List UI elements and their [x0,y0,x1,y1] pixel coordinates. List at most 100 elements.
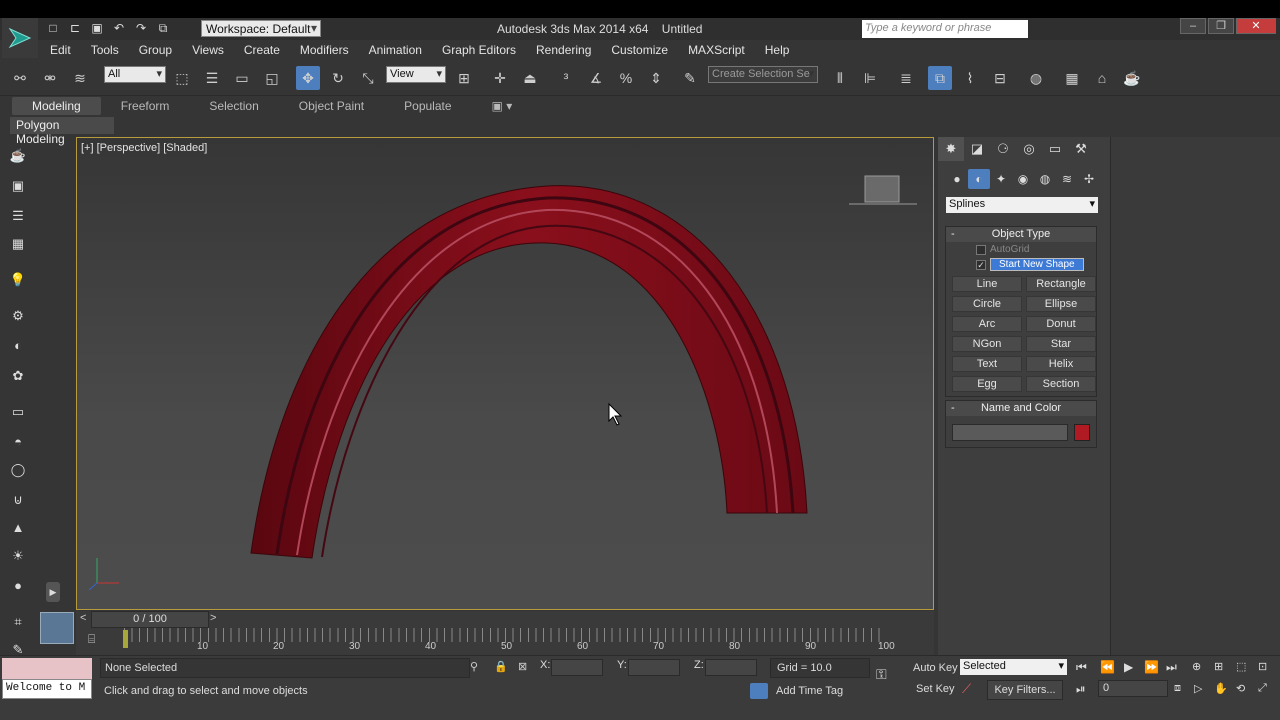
category-dropdown[interactable]: Splines [946,197,1098,213]
star-button[interactable]: Star [1026,336,1096,352]
cameras-icon[interactable]: ◉ [1012,169,1034,189]
menu-create[interactable]: Create [234,43,290,57]
circle-button[interactable]: Circle [952,296,1022,312]
table-icon[interactable]: ▦ [7,234,29,254]
manipulate-icon[interactable]: ✛ [488,66,512,90]
select-and-rotate-icon[interactable]: ↻ [326,66,350,90]
previous-frame-icon[interactable]: ⏪ [1100,660,1115,674]
align-icon[interactable]: ⊫ [858,66,882,90]
motion-tab-icon[interactable]: ◎ [1016,137,1042,161]
sun-icon[interactable]: ☀ [7,546,29,566]
play-icon[interactable]: ▶ [1124,660,1133,674]
frame-indicator[interactable] [123,630,128,648]
unlink-icon[interactable]: ⚮ [38,66,62,90]
menu-rendering[interactable]: Rendering [526,43,601,57]
select-and-scale-icon[interactable]: ⤡ [356,66,380,90]
line-button[interactable]: Line [952,276,1022,292]
go-to-start-icon[interactable]: ⏮ [1076,660,1087,675]
y-coordinate-input[interactable] [628,659,680,676]
zoom-extents-icon[interactable]: ⬚ [1236,660,1246,673]
camera-icon[interactable]: ◐ [7,336,29,356]
perspective-viewport[interactable]: [+] [Perspective] [Shaded] [76,137,934,610]
isolate-icon[interactable]: ⚲ [470,660,478,673]
project-folder-icon[interactable]: ⧉ [154,20,172,36]
box-icon[interactable]: ▭ [7,402,29,422]
create-tab-icon[interactable]: ✸ [938,137,964,161]
fov-icon[interactable]: ⧈ [1174,682,1181,695]
schematic-view-icon[interactable]: ⊟ [988,66,1012,90]
pivot-center-icon[interactable]: ⊞ [452,66,476,90]
menu-edit[interactable]: Edit [40,43,81,57]
tab-freeform[interactable]: Freeform [101,97,190,115]
new-file-icon[interactable]: □ [44,20,62,36]
menu-group[interactable]: Group [129,43,182,57]
render-icon[interactable]: ▣ [7,176,29,196]
selection-lock-icon[interactable]: 🔒 [494,660,508,673]
rendered-frame-icon[interactable]: ⌂ [1090,66,1114,90]
object-name-input[interactable] [952,424,1069,441]
reference-coordinate-dropdown[interactable]: View [386,66,446,83]
utilities-tab-icon[interactable]: ⚒ [1068,137,1094,161]
edit-named-selection-icon[interactable]: ✎ [678,66,702,90]
time-tag-icon[interactable] [750,683,768,699]
select-object-icon[interactable]: ⬚ [170,66,194,90]
viewcube-icon[interactable] [849,175,917,205]
start-new-shape-label[interactable]: Start New Shape [990,258,1084,271]
next-frame-icon[interactable]: ⏩ [1144,660,1159,674]
particles-icon[interactable]: ✿ [7,366,29,386]
key-mode-toggle-icon[interactable]: ⏯ [1076,682,1086,697]
expand-arrow-icon[interactable]: ▶ [46,582,60,602]
add-time-tag-button[interactable]: Add Time Tag [776,685,843,697]
menu-modifiers[interactable]: Modifiers [290,43,359,57]
section-button[interactable]: Section [1026,376,1096,392]
tab-modeling[interactable]: Modeling [12,97,101,115]
hemisphere-icon[interactable]: ◓ [7,432,29,452]
trackbar-menu-icon[interactable]: ⌸ [88,632,95,647]
tab-populate[interactable]: Populate [384,97,471,115]
orbit-icon[interactable]: ⟲ [1236,682,1245,695]
minimize-button[interactable]: – [1180,18,1206,34]
current-frame-input[interactable]: 0 [1098,680,1168,697]
autogrid-row[interactable]: AutoGrid [976,242,1096,257]
menu-graph-editors[interactable]: Graph Editors [432,43,526,57]
zoom-extents-all-icon[interactable]: ⊡ [1258,660,1267,673]
set-key-button[interactable]: Set Key [916,683,955,695]
lights-icon[interactable]: ✦ [990,169,1012,189]
material-editor-icon[interactable]: ◍ [1024,66,1048,90]
start-new-shape-checkbox[interactable]: ✓ [976,259,986,270]
window-crossing-icon[interactable]: ◱ [260,66,284,90]
menu-maxscript[interactable]: MAXScript [678,43,755,57]
teapot-icon[interactable]: ☕ [7,146,29,166]
disc-icon[interactable]: ● [7,576,29,596]
object-type-header[interactable]: Object Type [946,227,1096,242]
time-next-icon[interactable]: > [210,612,216,624]
menu-views[interactable]: Views [182,43,234,57]
cone-icon[interactable]: ▲ [7,518,29,538]
maximize-viewport-icon[interactable]: ⤢ [1258,682,1267,695]
hand-pan-icon[interactable]: ✋ [1214,682,1228,695]
start-new-shape-row[interactable]: ✓ Start New Shape [976,257,1096,272]
curve-editor-icon[interactable]: ⌇ [958,66,982,90]
zoom-all-icon[interactable]: ⊞ [1214,660,1223,673]
render-production-icon[interactable]: ☕ [1120,66,1144,90]
snap-toggle-icon[interactable]: ³ [554,66,578,90]
maxscript-listener-mini[interactable] [2,658,92,680]
set-key-icon[interactable]: ⚿ [876,666,887,683]
donut-button[interactable]: Donut [1026,316,1096,332]
list-icon[interactable]: ☰ [7,206,29,226]
object-color-swatch[interactable] [1074,424,1090,441]
hierarchy-tab-icon[interactable]: ⚆ [990,137,1016,161]
search-input[interactable]: Type a keyword or phrase [862,20,1028,38]
percent-snap-icon[interactable]: % [614,66,638,90]
ribbon-options-icon[interactable]: ▣ ▾ [472,97,533,115]
sphere-icon[interactable]: ◯ [7,460,29,480]
viewport-thumb[interactable] [40,612,74,644]
scene-explorer-icon[interactable]: ⧉ [928,66,952,90]
redo-icon[interactable]: ↷ [132,20,150,36]
space-warps-icon[interactable]: ≋ [1056,169,1078,189]
spinner-snap-icon[interactable]: ⇕ [644,66,668,90]
shapes-icon[interactable]: ◐ [968,169,990,189]
menu-tools[interactable]: Tools [81,43,129,57]
absolute-mode-icon[interactable]: ⊠ [518,660,527,673]
keyboard-shortcut-icon[interactable]: ⏏ [518,66,542,90]
